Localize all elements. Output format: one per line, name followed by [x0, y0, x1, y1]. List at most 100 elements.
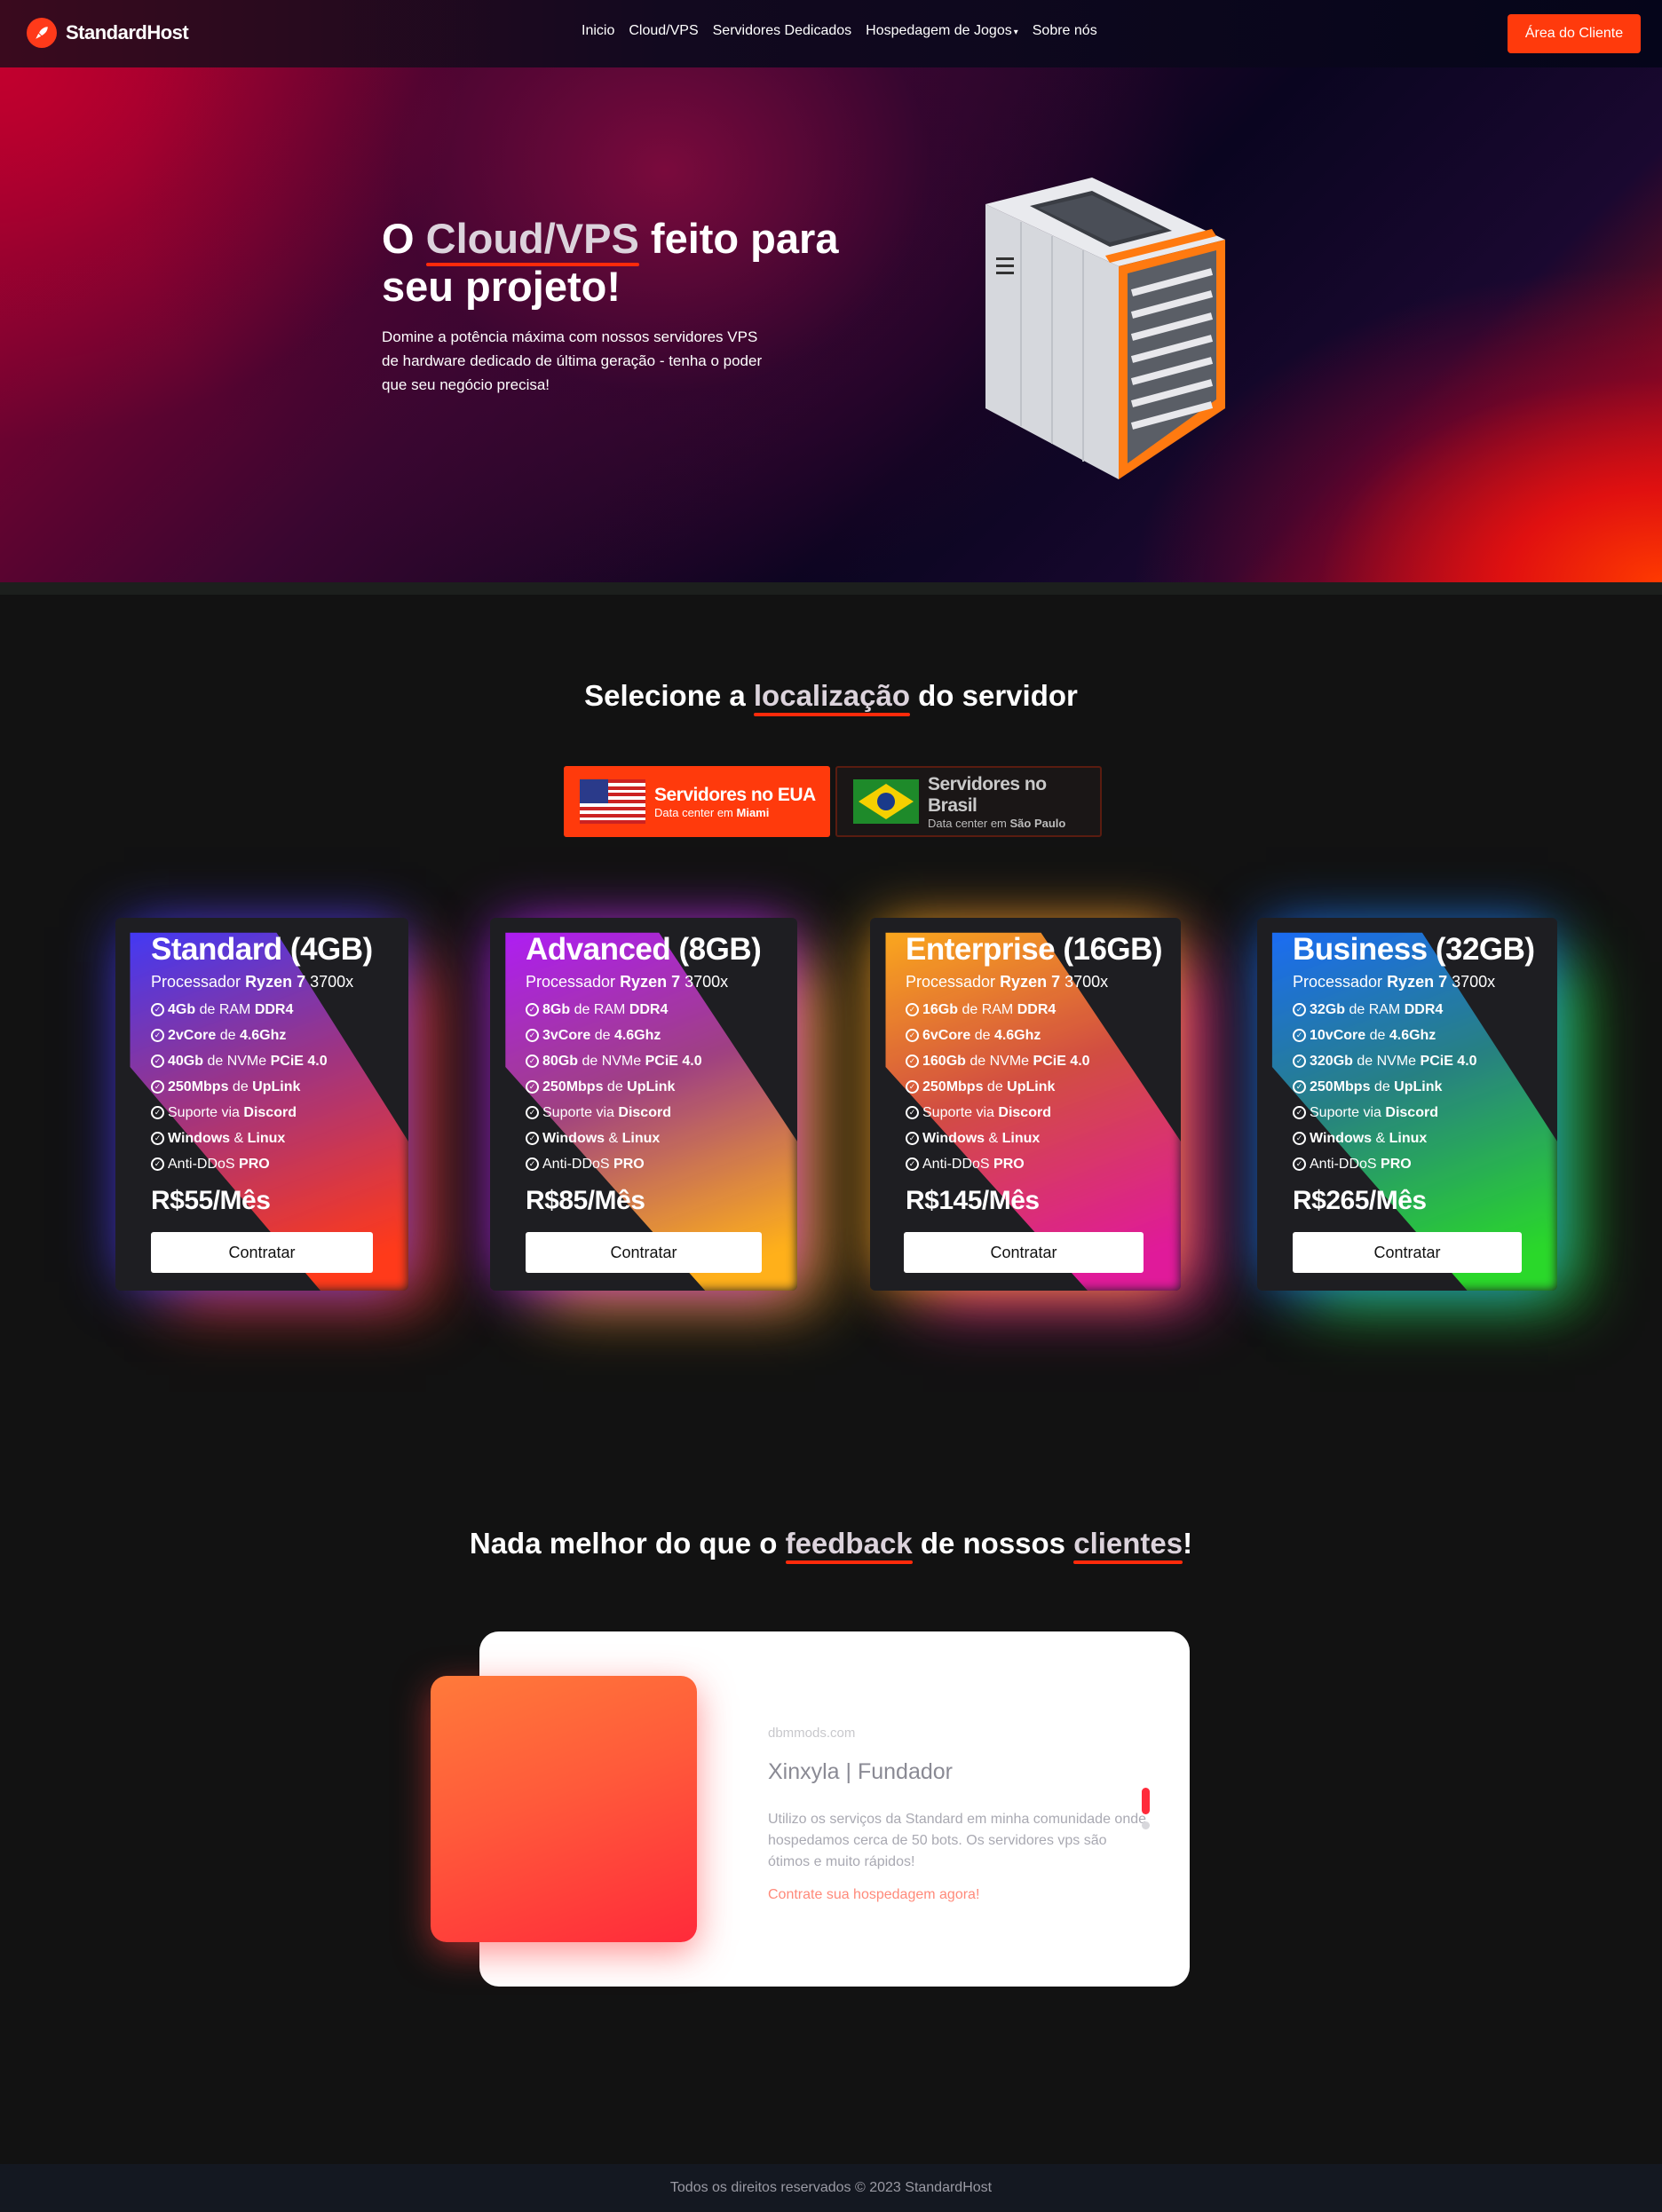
plan-feature-spec: Discord — [618, 1105, 671, 1120]
plan-feature-spec: PRO — [1381, 1157, 1412, 1172]
plan-buy-button[interactable]: Contratar — [151, 1232, 373, 1273]
plan-feature-text: Anti-DDoS PRO — [168, 1151, 270, 1177]
plan-buy-button[interactable]: Contratar — [526, 1232, 762, 1273]
brand-name: StandardHost — [66, 21, 189, 43]
plan-feature-value: 160Gb — [922, 1054, 966, 1069]
plan-feature-text: Anti-DDoS PRO — [922, 1151, 1025, 1177]
plan-feature-value: 80Gb — [542, 1054, 579, 1069]
plan-feature-text: Suporte via Discord — [168, 1100, 297, 1126]
hero-divider — [0, 582, 1662, 595]
plan-feature: ✓ 250Mbps de UpLink — [151, 1074, 387, 1100]
plan-features: ✓ 4Gb de RAM DDR4 ✓ 2vCore de 4.6Ghz ✓ 40Gb d… — [151, 997, 387, 1177]
testimonial-image — [431, 1676, 697, 1942]
plan-cpu: Processador Ryzen 7 3700x — [526, 973, 776, 991]
plan-cpu-brand: Ryzen 7 — [245, 973, 306, 991]
hero-description: Domine a potência máxima com nossos serv… — [382, 328, 763, 393]
hero-title-prefix: O — [382, 215, 426, 262]
client-area-button[interactable]: Área do Cliente — [1508, 14, 1641, 53]
plan-feature-spec: Discord — [243, 1105, 297, 1120]
plan-feature-spec: DDR4 — [254, 1002, 294, 1017]
plan-cpu-prefix: Processador — [906, 973, 1001, 991]
plan-feature-label: Suporte via — [542, 1105, 619, 1120]
testimonial-cta-link[interactable]: Contrate sua hospedagem agora! — [768, 1887, 979, 1903]
plan-feature-value: 4Gb — [168, 1002, 196, 1017]
check-circle-icon: ✓ — [1293, 1029, 1306, 1042]
tab-brazil-name: Servidores no Brasil — [928, 773, 1047, 816]
plan-feature-spec: PRO — [239, 1157, 270, 1172]
plan-feature-spec: 4.6Ghz — [993, 1028, 1041, 1043]
plan-feature-text: Suporte via Discord — [542, 1100, 671, 1126]
plan-feature-value: 250Mbps — [922, 1079, 984, 1094]
plan-buy-button[interactable]: Contratar — [904, 1232, 1144, 1273]
plan-price: R$265/Mês — [1293, 1186, 1427, 1215]
plan-feature-text: 40Gb de NVMe PCiE 4.0 — [168, 1048, 328, 1074]
plan-feature-text: 6vCore de 4.6Ghz — [922, 1023, 1041, 1048]
plan-feature-value: 32Gb — [1310, 1002, 1346, 1017]
plan-feature-label: Anti-DDoS — [168, 1157, 240, 1172]
hero: O Cloud/VPS feito para seu projeto! Domi… — [0, 67, 1662, 582]
location-title-prefix: Selecione a — [584, 679, 754, 712]
plan-feature-text: 250Mbps de UpLink — [1310, 1074, 1442, 1100]
check-circle-icon: ✓ — [1293, 1080, 1306, 1094]
testimonial-author: Xinxyla | Fundador — [768, 1759, 953, 1784]
plan-feature: ✓ 10vCore de 4.6Ghz — [1293, 1023, 1536, 1048]
feedback-title-mid: de nossos — [912, 1527, 1074, 1560]
check-circle-icon: ✓ — [151, 1029, 164, 1042]
testimonial-quote: Utilizo os serviços da Standard em minha… — [768, 1812, 1147, 1869]
check-circle-icon: ✓ — [526, 1055, 539, 1068]
plan-cpu-brand: Ryzen 7 — [620, 973, 681, 991]
tab-usa-sub: Data center em Miami — [654, 806, 816, 819]
nav-cloud-vps[interactable]: Cloud/VPS — [629, 23, 698, 39]
plan-feature-text: Windows & Linux — [168, 1126, 285, 1151]
plan-cpu-brand: Ryzen 7 — [1387, 973, 1448, 991]
plan-price: R$55/Mês — [151, 1186, 271, 1215]
plan-feature-label: de NVMe — [965, 1054, 1033, 1069]
tab-usa-servers[interactable]: Servidores no EUA Data center em Miami — [564, 766, 830, 837]
plan-feature-label: de — [590, 1028, 614, 1043]
plan-feature-spec: PCiE 4.0 — [645, 1054, 702, 1069]
location-tabs: Servidores no EUA Data center em Miami S… — [564, 766, 1102, 837]
check-circle-icon: ✓ — [151, 1003, 164, 1016]
plan-feature: ✓ 3vCore de 4.6Ghz — [526, 1023, 776, 1048]
plan-feature-spec: Discord — [1385, 1105, 1438, 1120]
feedback-title-highlight-1: feedback — [785, 1527, 913, 1564]
plan-features: ✓ 32Gb de RAM DDR4 ✓ 10vCore de 4.6Ghz ✓ 320G… — [1293, 997, 1536, 1177]
plan-feature-text: Windows & Linux — [542, 1126, 660, 1151]
plan-feature-text: 2vCore de 4.6Ghz — [168, 1023, 286, 1048]
plan-name: Business (32GB) — [1293, 932, 1535, 967]
feedback-title-prefix: Nada melhor do que o — [469, 1527, 786, 1560]
plan-feature-label: de — [228, 1079, 253, 1094]
plan-feature-spec: Linux — [247, 1131, 286, 1146]
plan-price: R$145/Mês — [906, 1186, 1040, 1215]
plan-feature-text: Windows & Linux — [922, 1126, 1040, 1151]
nav-sobre-nos[interactable]: Sobre nós — [1033, 23, 1097, 39]
plan-feature: ✓ 250Mbps de UpLink — [526, 1074, 776, 1100]
carousel-dot[interactable] — [1142, 1821, 1150, 1829]
plan-feature: ✓ Suporte via Discord — [906, 1100, 1159, 1126]
plan-card: Advanced (8GB) Processador Ryzen 7 3700x ✓… — [490, 918, 797, 1291]
plan-feature-spec: UpLink — [252, 1079, 301, 1094]
plan-feature-spec: PRO — [993, 1157, 1025, 1172]
plan-feature-label: & — [985, 1131, 1002, 1146]
nav-servidores-dedicados[interactable]: Servidores Dedicados — [713, 23, 852, 39]
check-circle-icon: ✓ — [906, 1106, 919, 1119]
plan-feature-value: 8Gb — [542, 1002, 571, 1017]
plan-features: ✓ 8Gb de RAM DDR4 ✓ 3vCore de 4.6Ghz ✓ 80Gb d… — [526, 997, 776, 1177]
plan-feature-label: de — [1365, 1028, 1389, 1043]
navbar: StandardHost Inicio Cloud/VPS Servidores… — [0, 0, 1662, 67]
plan-feature-text: 10vCore de 4.6Ghz — [1310, 1023, 1436, 1048]
plan-cpu-prefix: Processador — [1293, 973, 1388, 991]
nav-hospedagem-jogos[interactable]: Hospedagem de Jogos ▾ — [866, 23, 1018, 39]
nav-inicio[interactable]: Inicio — [582, 23, 614, 39]
tab-usa-sub-city: Miami — [736, 805, 770, 819]
carousel-dot-active[interactable] — [1142, 1788, 1150, 1814]
plan-buy-button[interactable]: Contratar — [1293, 1232, 1522, 1273]
plan-feature-value: Windows — [922, 1131, 985, 1146]
tab-brazil-servers[interactable]: Servidores no Brasil Data center em São … — [835, 766, 1102, 837]
check-circle-icon: ✓ — [151, 1106, 164, 1119]
plan-content: Business (32GB) Processador Ryzen 7 3700x… — [1293, 932, 1536, 1216]
plan-feature-label: Anti-DDoS — [542, 1157, 614, 1172]
plan-feature-value: 320Gb — [1310, 1054, 1353, 1069]
brand[interactable]: StandardHost — [27, 18, 189, 48]
plan-feature: ✓ 2vCore de 4.6Ghz — [151, 1023, 387, 1048]
